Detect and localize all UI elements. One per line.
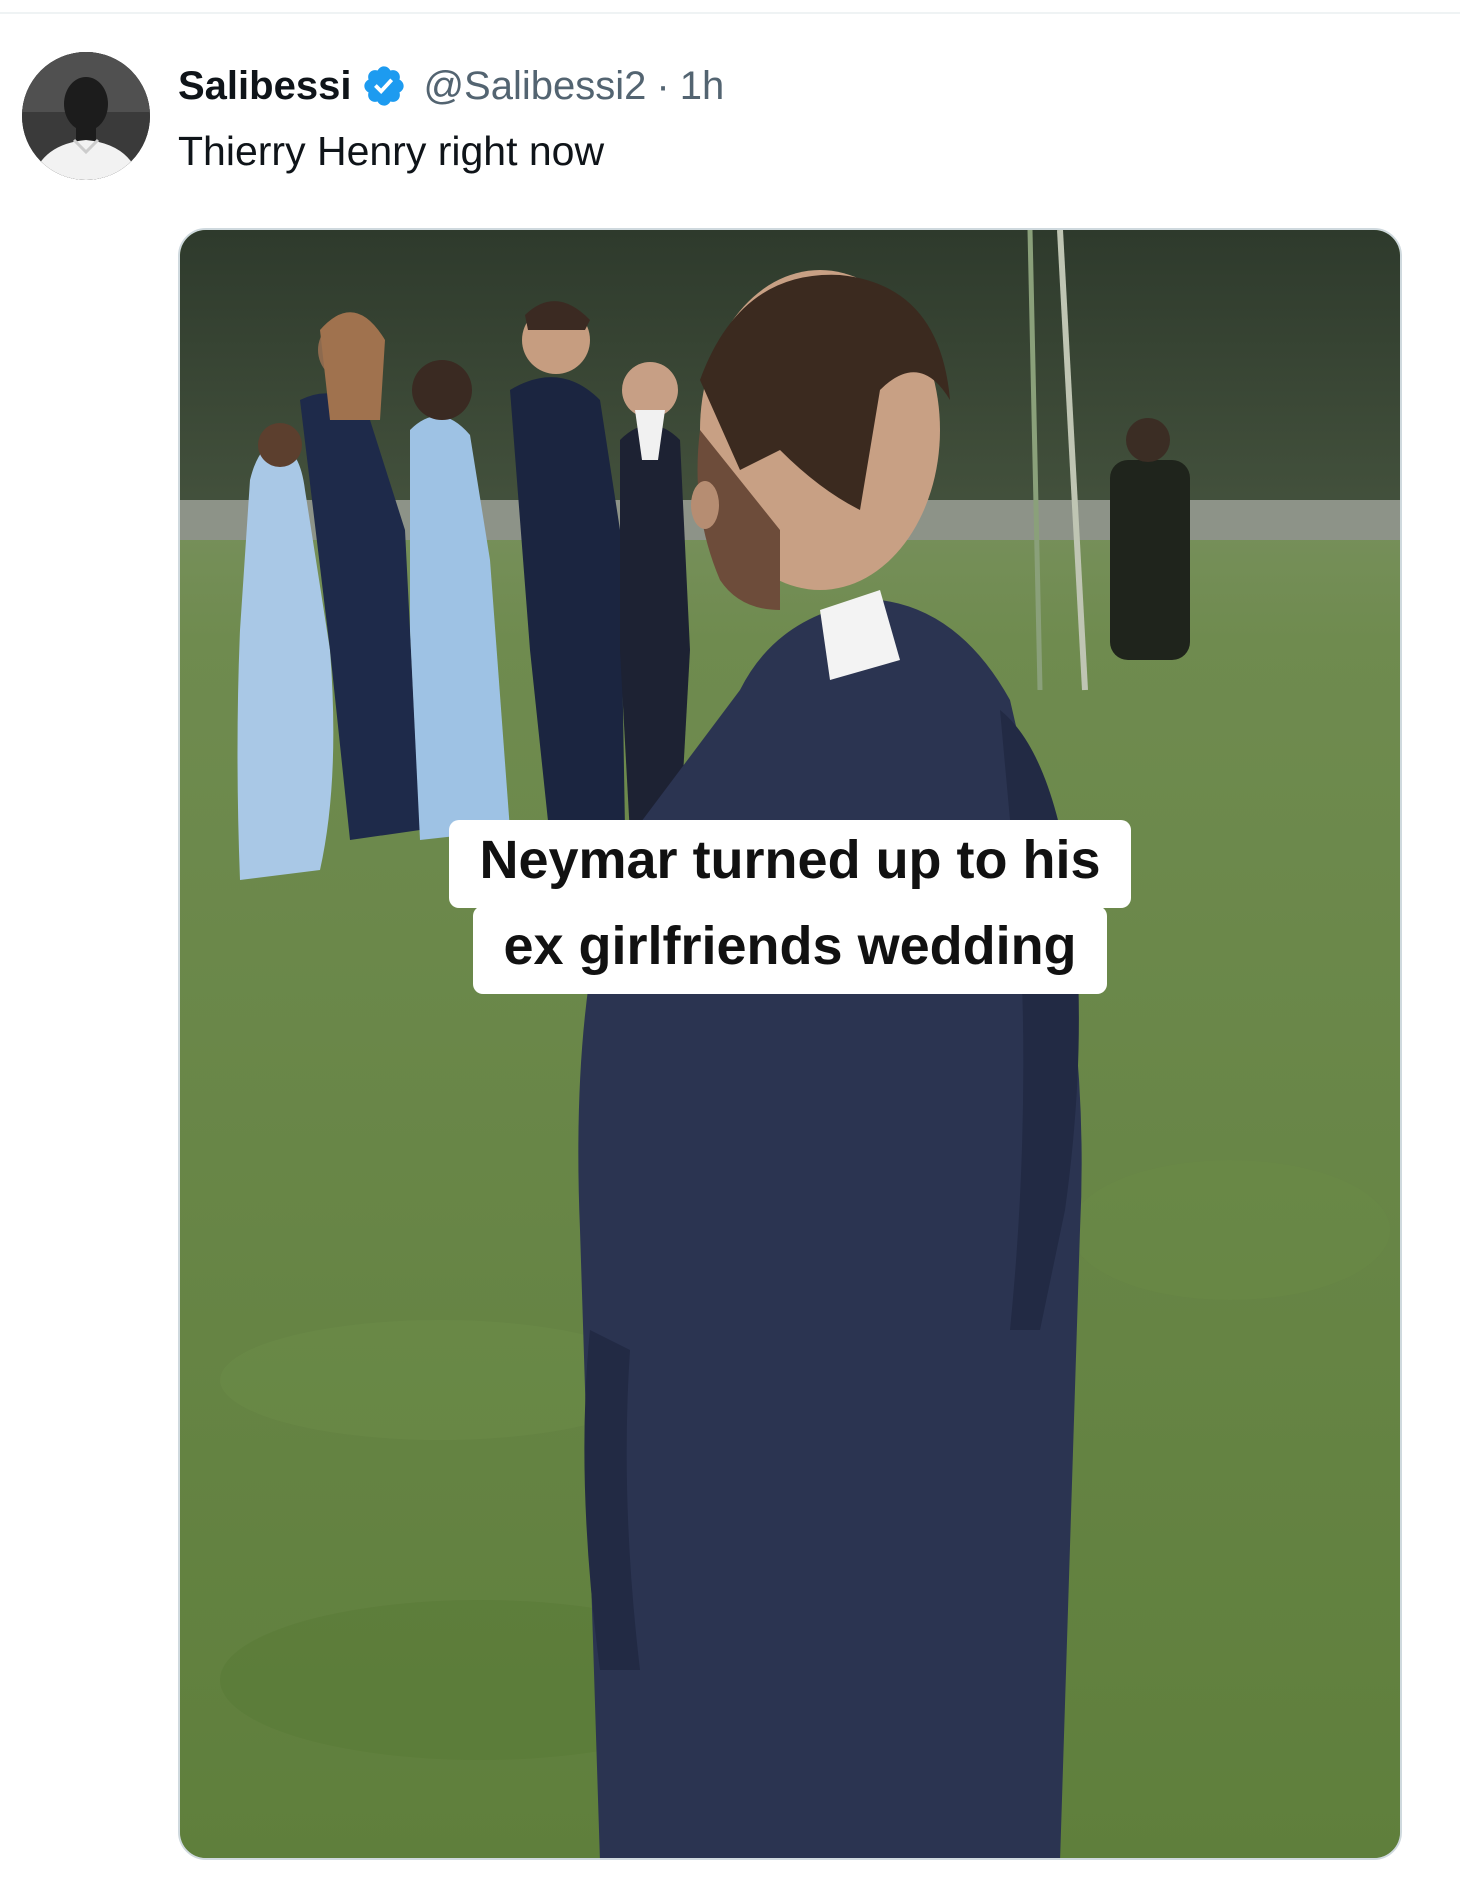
caption-line-1: Neymar turned up to his xyxy=(449,820,1131,908)
caption-line-2: ex girlfriends wedding xyxy=(473,906,1107,994)
video-caption: Neymar turned up to his ex girlfriends w… xyxy=(180,820,1400,994)
avatar-image xyxy=(22,52,150,180)
tweet-media-video[interactable]: Neymar turned up to his ex girlfriends w… xyxy=(178,228,1402,1860)
tweet[interactable]: Salibessi @Salibessi2 · 1h Thierry Henry… xyxy=(0,0,1460,1880)
video-frame xyxy=(180,230,1400,1858)
tweet-header: Salibessi @Salibessi2 · 1h xyxy=(178,56,724,116)
display-name[interactable]: Salibessi xyxy=(178,64,351,109)
separator-dot: · xyxy=(656,63,670,108)
verified-badge-icon xyxy=(361,63,407,109)
avatar[interactable] xyxy=(22,52,150,180)
handle[interactable]: @Salibessi2 xyxy=(423,64,646,109)
timestamp[interactable]: 1h xyxy=(680,64,725,109)
tweet-text: Thierry Henry right now xyxy=(178,128,605,174)
